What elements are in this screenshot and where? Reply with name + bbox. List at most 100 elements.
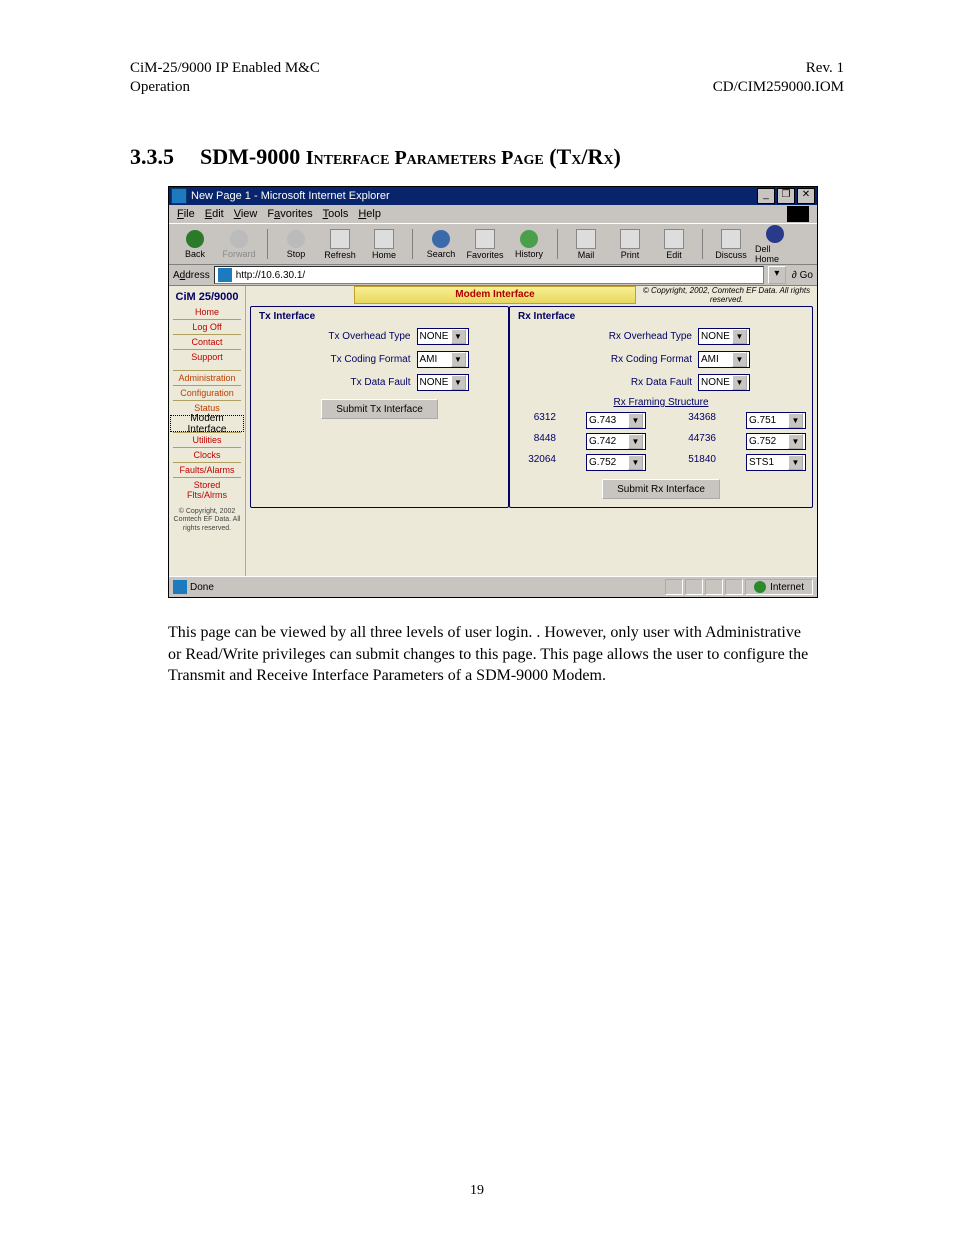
status-page-icon bbox=[173, 580, 187, 594]
maximize-button[interactable]: ❐ bbox=[777, 188, 795, 204]
stop-button[interactable]: Stop bbox=[276, 230, 316, 259]
tx-title: Tx Interface bbox=[259, 311, 502, 322]
sidebar-item-configuration[interactable]: Configuration bbox=[173, 385, 241, 400]
submit-rx-button[interactable]: Submit Rx Interface bbox=[602, 479, 720, 499]
address-field[interactable]: http://10.6.30.1/ bbox=[214, 266, 764, 284]
rx-rate-8448: 8448 bbox=[516, 433, 556, 450]
address-dropdown[interactable]: ▾ bbox=[768, 266, 786, 284]
rx-rate-32064-select[interactable]: G.752▼ bbox=[586, 454, 646, 471]
rx-rate-34368: 34368 bbox=[676, 412, 716, 429]
hdr-right-2: CD/CIM259000.IOM bbox=[713, 79, 844, 96]
home-button[interactable]: Home bbox=[364, 229, 404, 260]
sidebar-item-stored-faults[interactable]: Stored Flts/Alrms bbox=[173, 477, 241, 502]
menu-help[interactable]: Help bbox=[358, 208, 381, 220]
status-bar: Done Internet bbox=[169, 576, 817, 597]
sidebar-header: CiM 25/9000 bbox=[169, 288, 245, 305]
window-titlebar: New Page 1 - Microsoft Internet Explorer… bbox=[169, 187, 817, 205]
print-button[interactable]: Print bbox=[610, 229, 650, 260]
dropdown-icon: ▼ bbox=[732, 352, 747, 367]
submit-tx-button[interactable]: Submit Tx Interface bbox=[321, 399, 438, 419]
rx-coding-label: Rx Coding Format bbox=[572, 354, 692, 365]
address-bar: Address http://10.6.30.1/ ▾ ∂ Go bbox=[169, 265, 817, 286]
page-copyright: © Copyright, 2002, Comtech EF Data. All … bbox=[636, 286, 817, 304]
rx-interface-pane: Rx Interface Rx Overhead Type NONE▼ Rx Co… bbox=[509, 306, 813, 508]
discuss-button[interactable]: Discuss bbox=[711, 229, 751, 260]
window-title: New Page 1 - Microsoft Internet Explorer bbox=[191, 190, 390, 202]
menu-edit[interactable]: Edit bbox=[205, 208, 224, 220]
rx-framing-grid: 6312 G.743▼ 34368 G.751▼ 8448 G.742▼ 44736 G… bbox=[516, 412, 806, 471]
tx-datafault-select[interactable]: NONE▼ bbox=[417, 374, 469, 391]
rx-rate-32064: 32064 bbox=[516, 454, 556, 471]
sidebar: CiM 25/9000 Home Log Off Contact Support… bbox=[169, 286, 246, 576]
status-text: Done bbox=[190, 582, 214, 593]
menu-tools[interactable]: Tools bbox=[323, 208, 349, 220]
rx-datafault-label: Rx Data Fault bbox=[572, 377, 692, 388]
mail-button[interactable]: Mail bbox=[566, 229, 606, 260]
rx-framing-structure-label: Rx Framing Structure bbox=[516, 397, 806, 408]
menu-view[interactable]: View bbox=[234, 208, 258, 220]
dropdown-icon: ▼ bbox=[451, 375, 466, 390]
rx-datafault-select[interactable]: NONE▼ bbox=[698, 374, 750, 391]
page-icon bbox=[218, 268, 232, 282]
address-label: Address bbox=[173, 270, 210, 281]
minimize-button[interactable]: _ bbox=[757, 188, 775, 204]
menu-favorites[interactable]: Favorites bbox=[267, 208, 312, 220]
address-value: http://10.6.30.1/ bbox=[236, 270, 306, 281]
hdr-right-1: Rev. 1 bbox=[806, 60, 844, 77]
toolbar: Back Forward Stop Refresh Home Search Fa… bbox=[169, 223, 817, 265]
hdr-left-1: CiM-25/9000 IP Enabled M&C bbox=[130, 60, 320, 77]
menu-bar: File Edit View Favorites Tools Help bbox=[169, 205, 817, 223]
sidebar-copyright: © Copyright, 2002 Comtech EF Data. All r… bbox=[169, 508, 245, 533]
rx-rate-8448-select[interactable]: G.742▼ bbox=[586, 433, 646, 450]
security-zone: Internet bbox=[745, 579, 813, 595]
rx-rate-34368-select[interactable]: G.751▼ bbox=[746, 412, 806, 429]
sidebar-item-clocks[interactable]: Clocks bbox=[173, 447, 241, 462]
edit-button[interactable]: Edit bbox=[654, 229, 694, 260]
tx-overhead-label: Tx Overhead Type bbox=[291, 331, 411, 342]
rx-overhead-select[interactable]: NONE▼ bbox=[698, 328, 750, 345]
sidebar-item-home[interactable]: Home bbox=[173, 305, 241, 319]
section-number: 3.3.5 bbox=[130, 144, 200, 170]
rx-rate-44736: 44736 bbox=[676, 433, 716, 450]
rx-overhead-label: Rx Overhead Type bbox=[572, 331, 692, 342]
dell-home-button[interactable]: Dell Home bbox=[755, 225, 795, 264]
sidebar-item-logoff[interactable]: Log Off bbox=[173, 319, 241, 334]
tx-datafault-label: Tx Data Fault bbox=[291, 377, 411, 388]
browser-screenshot: New Page 1 - Microsoft Internet Explorer… bbox=[168, 186, 818, 598]
sidebar-item-utilities[interactable]: Utilities bbox=[173, 432, 241, 447]
go-button[interactable]: ∂ Go bbox=[792, 270, 813, 281]
search-button[interactable]: Search bbox=[421, 230, 461, 259]
body-paragraph: This page can be viewed by all three lev… bbox=[168, 622, 810, 687]
dropdown-icon: ▼ bbox=[451, 329, 466, 344]
main-area: Modem Interface © Copyright, 2002, Comte… bbox=[246, 286, 817, 576]
tx-overhead-select[interactable]: NONE▼ bbox=[417, 328, 469, 345]
rx-rate-51840-select[interactable]: STS1▼ bbox=[746, 454, 806, 471]
rx-rate-6312: 6312 bbox=[516, 412, 556, 429]
sidebar-item-support[interactable]: Support bbox=[173, 349, 241, 364]
page-number: 19 bbox=[0, 1183, 954, 1199]
page-content: CiM 25/9000 Home Log Off Contact Support… bbox=[169, 286, 817, 576]
tx-coding-select[interactable]: AMI▼ bbox=[417, 351, 469, 368]
sidebar-item-administration[interactable]: Administration bbox=[173, 370, 241, 385]
sidebar-item-contact[interactable]: Contact bbox=[173, 334, 241, 349]
rx-title: Rx Interface bbox=[518, 311, 806, 322]
hdr-left-2: Operation bbox=[130, 79, 190, 96]
rx-coding-select[interactable]: AMI▼ bbox=[698, 351, 750, 368]
tx-interface-pane: Tx Interface Tx Overhead Type NONE▼ Tx Co… bbox=[250, 306, 509, 508]
globe-icon bbox=[754, 581, 766, 593]
history-button[interactable]: History bbox=[509, 230, 549, 259]
rx-rate-6312-select[interactable]: G.743▼ bbox=[586, 412, 646, 429]
sidebar-item-faults[interactable]: Faults/Alarms bbox=[173, 462, 241, 477]
close-button[interactable]: ✕ bbox=[797, 188, 815, 204]
forward-button[interactable]: Forward bbox=[219, 230, 259, 259]
tx-coding-label: Tx Coding Format bbox=[291, 354, 411, 365]
sidebar-item-modem-interface[interactable]: Modem Interface bbox=[170, 415, 244, 432]
refresh-button[interactable]: Refresh bbox=[320, 229, 360, 260]
back-button[interactable]: Back bbox=[175, 230, 215, 259]
dropdown-icon: ▼ bbox=[732, 329, 747, 344]
menu-file[interactable]: File bbox=[177, 208, 195, 220]
page-title: Modem Interface bbox=[354, 286, 636, 304]
favorites-button[interactable]: Favorites bbox=[465, 229, 505, 260]
dropdown-icon: ▼ bbox=[451, 352, 466, 367]
rx-rate-44736-select[interactable]: G.752▼ bbox=[746, 433, 806, 450]
